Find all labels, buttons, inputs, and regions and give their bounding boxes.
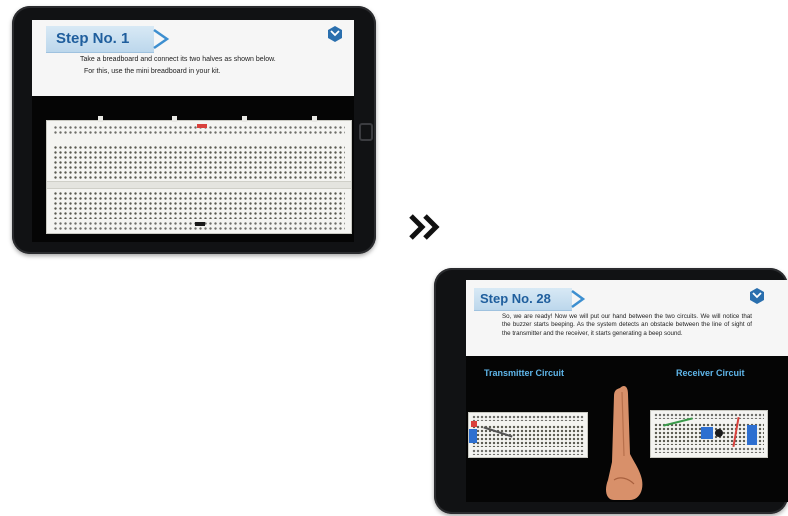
- double-chevron-right-icon: [409, 214, 440, 240]
- step-description: So, we are ready! Now we will put our ha…: [502, 313, 752, 337]
- battery-connector: [747, 425, 757, 445]
- breadboard-clip: [172, 116, 177, 122]
- power-rail-top: [654, 413, 764, 419]
- step-description-line-1: Take a breadboard and connect its two ha…: [80, 56, 276, 63]
- instruction-card: Step No. 28 So, we are ready! Now we wil…: [466, 280, 788, 356]
- breadboard-clip: [312, 116, 317, 122]
- red-wire-marker: [197, 124, 207, 128]
- red-wire: [471, 421, 477, 427]
- receiver-breadboard: [650, 410, 768, 458]
- terminal-strip-top: [53, 145, 345, 179]
- screen-step-28: Step No. 28 So, we are ready! Now we wil…: [466, 280, 788, 502]
- power-rail-bottom: [472, 449, 584, 455]
- step-banner: Step No. 1: [46, 26, 154, 53]
- power-rail-top: [472, 415, 584, 421]
- hand-obstacle: [606, 386, 643, 500]
- step-description-line-2: For this, use the mini breadboard in you…: [84, 68, 221, 75]
- power-rail-bottom: [654, 447, 764, 453]
- receiver-module: [701, 427, 713, 439]
- step-banner: Step No. 28: [474, 288, 572, 311]
- cube-logo-icon[interactable]: [328, 26, 342, 42]
- black-wire-marker: [195, 222, 205, 226]
- breadboard-clip: [242, 116, 247, 122]
- center-channel: [47, 181, 351, 189]
- terminal-strip-bottom: [53, 191, 345, 219]
- cube-logo-icon[interactable]: [750, 288, 764, 304]
- chevron-right-icon: [571, 289, 586, 309]
- instruction-card: Step No. 1 Take a breadboard and connect…: [32, 20, 354, 96]
- transmitter-breadboard: [468, 412, 588, 458]
- receiver-circuit-label: Receiver Circuit: [676, 368, 745, 378]
- home-button[interactable]: [359, 123, 373, 141]
- step-title: Step No. 28: [480, 291, 551, 306]
- buzzer: [715, 429, 723, 437]
- tablet-step-28: Step No. 28 So, we are ready! Now we wil…: [434, 268, 788, 514]
- step-title: Step No. 1: [56, 30, 130, 47]
- tablet-step-1: Step No. 1 Take a breadboard and connect…: [12, 6, 376, 254]
- screen-step-1: Step No. 1 Take a breadboard and connect…: [32, 20, 354, 242]
- battery-connector: [469, 429, 477, 443]
- breadboard: [46, 120, 352, 234]
- transmitter-circuit-label: Transmitter Circuit: [484, 368, 565, 378]
- chevron-right-icon: [153, 28, 170, 50]
- breadboard-clip: [98, 116, 103, 122]
